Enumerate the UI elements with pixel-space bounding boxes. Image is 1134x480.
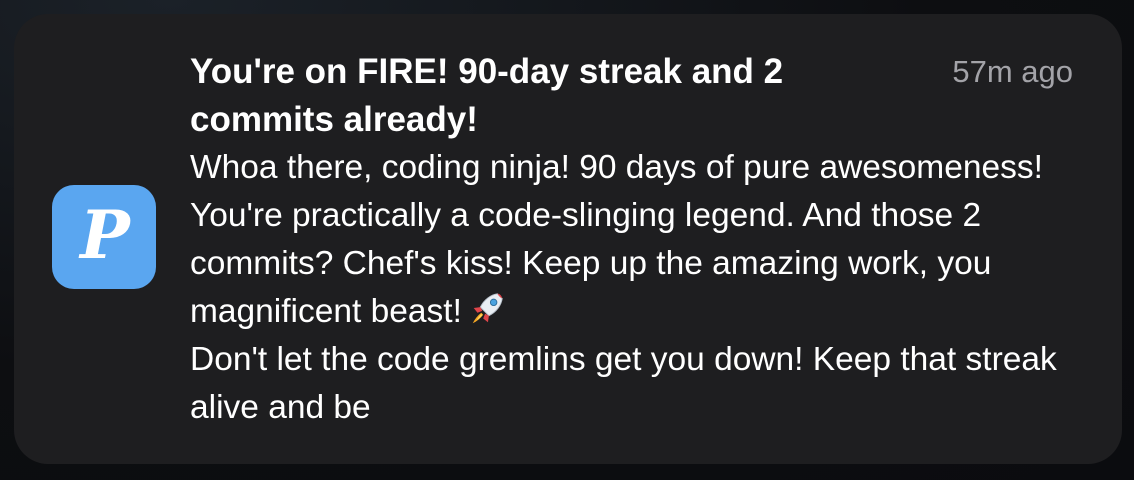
notification-content: You're on FIRE! 90-day streak and 2 comm… xyxy=(190,48,1073,432)
notification-header: You're on FIRE! 90-day streak and 2 comm… xyxy=(190,48,1073,144)
notification-body-part1: Whoa there, coding ninja! 90 days of pur… xyxy=(190,149,1043,330)
rocket-icon xyxy=(472,293,503,324)
app-icon: P xyxy=(52,185,156,289)
notification-title: You're on FIRE! 90-day streak and 2 comm… xyxy=(190,52,784,139)
notification-timestamp: 57m ago xyxy=(952,54,1073,89)
notification-body: Whoa there, coding ninja! 90 days of pur… xyxy=(190,144,1070,432)
screen-background: P You're on FIRE! 90-day streak and 2 co… xyxy=(0,0,1134,480)
push-notification[interactable]: P You're on FIRE! 90-day streak and 2 co… xyxy=(14,14,1122,464)
notification-body-part2: Don't let the code gremlins get you down… xyxy=(190,341,1057,426)
app-icon-letter: P xyxy=(80,196,130,274)
